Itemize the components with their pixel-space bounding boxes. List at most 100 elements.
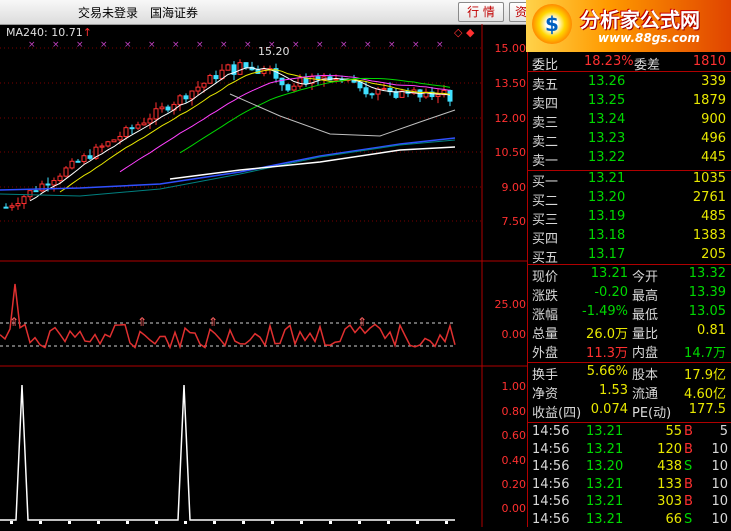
- marker: ×: [124, 40, 132, 50]
- panel-control-icons[interactable]: ◇ ◆: [454, 26, 474, 39]
- marker: ×: [412, 40, 420, 50]
- candle-body: [3, 206, 9, 209]
- candle-body: [135, 124, 141, 129]
- candle-body: [243, 62, 249, 68]
- candle-body: [435, 94, 441, 98]
- bid-row[interactable]: 买二 13.20 2761: [528, 190, 731, 209]
- ma-line: [29, 67, 451, 202]
- tick-row: 14:56 13.21 133 B 10: [528, 477, 731, 495]
- level-price: 13.24: [588, 112, 626, 127]
- level-volume: 205: [701, 247, 726, 262]
- level-price: 13.25: [588, 93, 626, 108]
- bid-row[interactable]: 买四 13.18 1383: [528, 228, 731, 247]
- capital-label: 股本: [632, 368, 659, 383]
- quote-button[interactable]: 行 情: [458, 2, 504, 22]
- candle-body: [297, 77, 303, 87]
- ask-row[interactable]: 卖二 13.23 496: [528, 131, 731, 150]
- level-price: 13.22: [588, 150, 626, 165]
- y-tick: 25.00: [494, 298, 527, 311]
- level-price: 13.20: [588, 190, 626, 205]
- signal-dot: [155, 521, 158, 524]
- level-label: 卖一: [532, 154, 559, 169]
- logo-url: www.88gs.com: [598, 31, 700, 45]
- level-volume: 485: [701, 209, 726, 224]
- candle-body: [45, 183, 51, 186]
- quote-row-price: 现价 13.21 今开 13.32: [528, 266, 731, 285]
- marker: ×: [52, 40, 60, 50]
- candle-body: [117, 135, 123, 141]
- candle-body: [381, 87, 387, 90]
- level-label: 卖四: [532, 97, 559, 112]
- open-label: 今开: [632, 270, 659, 285]
- ma240-indicator: MA240: 10.71: [6, 26, 83, 39]
- tick-time: 14:56: [532, 511, 570, 527]
- candle-body: [123, 127, 129, 137]
- quote-row-change: 涨跌 -0.20 最高 13.39: [528, 285, 731, 304]
- signal-dot: [271, 521, 274, 524]
- signal-arrow-icon: ⇑: [208, 315, 218, 329]
- candle-body: [9, 205, 15, 208]
- pct-value: -1.49%: [582, 304, 628, 319]
- candle-body: [201, 82, 207, 88]
- level-label: 卖三: [532, 116, 559, 131]
- tick-count: 10: [711, 494, 728, 509]
- level-price: 13.26: [588, 74, 626, 89]
- candle-body: [39, 183, 45, 192]
- volume-label: 总量: [532, 327, 559, 342]
- candle-body: [147, 118, 153, 124]
- y-tick: 0.00: [501, 328, 527, 341]
- signal-dot: [300, 521, 303, 524]
- candle-body: [189, 90, 195, 100]
- candle-body: [105, 141, 111, 147]
- candle-body: [177, 95, 183, 105]
- tick-count: 10: [711, 476, 728, 492]
- turnover-value: 5.66%: [586, 364, 628, 379]
- tick-count: 10: [711, 511, 728, 527]
- level-price: 13.19: [588, 209, 626, 224]
- tick-time: 14:56: [532, 424, 570, 439]
- candle-body: [237, 62, 243, 75]
- nav-value: 1.53: [599, 383, 628, 398]
- tick-volume: 66: [665, 511, 682, 527]
- low-value: 13.05: [688, 304, 726, 319]
- marker: ×: [28, 40, 36, 50]
- candle-body: [363, 87, 369, 95]
- marker: ×: [100, 40, 108, 50]
- candle-body: [87, 155, 93, 159]
- bid-row[interactable]: 买三 13.19 485: [528, 209, 731, 228]
- y-tick: 9.00: [501, 181, 527, 194]
- ratio-row: 委比 18.23% 委差 1810: [528, 54, 731, 73]
- ma-long-line: [0, 137, 456, 191]
- volume-ratio-value: 0.81: [697, 323, 726, 338]
- level-volume: 2761: [692, 190, 726, 205]
- signal-arrow-icon: ⇑: [357, 315, 367, 329]
- level-price: 13.23: [588, 131, 626, 146]
- signal-line: [0, 384, 455, 521]
- chart-area: × × × × × × × × × × × × × × × × × × ⇑ ⇑ ⇑ ⇑ MA240: 10.71↑ 15…: [0, 24, 527, 527]
- y-tick: 12.00: [494, 112, 527, 125]
- tick-volume: 438: [657, 459, 682, 474]
- tick-row: 14:56 13.21 120 B 10: [528, 442, 731, 460]
- inner-value: 14.7万: [684, 346, 726, 361]
- bid-row[interactable]: 买五 13.17 205: [528, 247, 731, 266]
- bid-row[interactable]: 买一 13.21 1035: [528, 171, 731, 190]
- ask-row[interactable]: 卖四 13.25 1879: [528, 93, 731, 112]
- candle-body: [57, 175, 63, 182]
- marker: ×: [196, 40, 204, 50]
- kline-chart[interactable]: × × × × × × × × × × × × × × × × × × ⇑ ⇑ ⇑ ⇑: [0, 24, 527, 527]
- y-tick: 13.50: [494, 77, 527, 90]
- fund-row-turnover: 换手 5.66% 股本 17.9亿: [528, 364, 731, 383]
- quote-row-pct: 涨幅 -1.49% 最低 13.05: [528, 304, 731, 323]
- pe-label: PE(动): [632, 406, 672, 421]
- ask-row[interactable]: 卖一 13.22 445: [528, 150, 731, 169]
- level-price: 13.17: [588, 247, 626, 262]
- ask-row[interactable]: 卖三 13.24 900: [528, 112, 731, 131]
- marker: ×: [220, 40, 228, 50]
- tick-volume: 303: [657, 494, 682, 509]
- ask-row[interactable]: 卖五 13.26 339: [528, 74, 731, 93]
- level-volume: 445: [701, 150, 726, 165]
- candle-body: [165, 106, 171, 111]
- candle-body: [69, 160, 75, 169]
- tick-row: 14:56 13.21 303 B 10: [528, 494, 731, 512]
- tick-time: 14:56: [532, 441, 570, 457]
